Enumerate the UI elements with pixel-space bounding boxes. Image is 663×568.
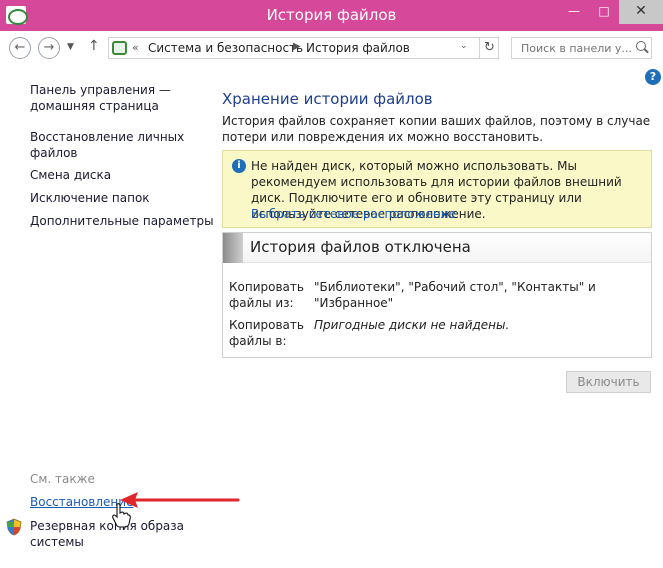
hand-cursor-icon bbox=[112, 503, 131, 528]
sidebar-advanced-settings[interactable]: Дополнительные параметры bbox=[30, 213, 214, 229]
title-bar: История файлов — □ ✕ bbox=[0, 0, 663, 31]
close-button[interactable]: ✕ bbox=[619, 0, 663, 24]
sidebar-exclude-folders[interactable]: Исключение папок bbox=[30, 190, 150, 206]
minimize-button[interactable]: — bbox=[560, 0, 588, 24]
recent-locations-dropdown[interactable]: ▼ bbox=[67, 42, 74, 52]
breadcrumb-overflow[interactable]: « bbox=[132, 41, 139, 54]
see-also-heading: См. также bbox=[30, 472, 95, 486]
breadcrumb-file-history[interactable]: История файлов bbox=[306, 41, 410, 55]
search-icon[interactable] bbox=[634, 40, 650, 56]
enable-button[interactable]: Включить bbox=[566, 371, 651, 393]
sidebar-control-panel-home[interactable]: Панель управления — домашняя страница bbox=[30, 82, 171, 114]
breadcrumb-system-security[interactable]: Система и безопасность bbox=[148, 41, 303, 55]
sidebar-restore-personal-files[interactable]: Восстановление личных файлов bbox=[30, 129, 184, 161]
system-image-backup-link[interactable]: Резервная копия образа системы bbox=[30, 518, 184, 550]
address-dropdown-icon[interactable]: ⌄ bbox=[460, 41, 468, 51]
back-button[interactable]: ← bbox=[9, 37, 31, 59]
search-box[interactable] bbox=[511, 37, 652, 59]
copy-to-value: Пригодные диски не найдены. bbox=[314, 318, 510, 332]
breadcrumb-arrow-icon[interactable]: ▶ bbox=[293, 41, 301, 52]
page-description: История файлов сохраняет копии ваших фай… bbox=[222, 114, 651, 144]
copy-from-value: "Библиотеки", "Рабочий стол", "Контакты"… bbox=[314, 280, 596, 310]
status-bar-accent bbox=[223, 233, 243, 263]
warning-notice: i Не найден диск, который можно использо… bbox=[222, 150, 652, 228]
navigation-bar: ← → ▼ ↑ « Система и безопасность ▶ Истор… bbox=[0, 31, 663, 64]
info-icon: i bbox=[232, 159, 246, 173]
up-button[interactable]: ↑ bbox=[88, 38, 100, 54]
sidebar-change-drive[interactable]: Смена диска bbox=[30, 167, 111, 183]
refresh-button[interactable]: ↻ bbox=[479, 38, 499, 58]
maximize-button[interactable]: □ bbox=[590, 0, 618, 24]
control-panel-icon bbox=[112, 41, 127, 55]
address-bar[interactable]: « Система и безопасность ▶ История файло… bbox=[108, 37, 499, 59]
status-panel: История файлов отключена Копировать файл… bbox=[222, 232, 652, 358]
select-network-location-link[interactable]: Выбрать сетевое расположение bbox=[251, 207, 456, 221]
search-input[interactable] bbox=[512, 38, 632, 58]
help-button[interactable]: ? bbox=[645, 69, 661, 85]
status-title: История файлов отключена bbox=[250, 238, 471, 256]
uac-shield-icon bbox=[6, 518, 22, 536]
copy-to-label: Копировать файлы в: bbox=[229, 318, 304, 348]
copy-from-label: Копировать файлы из: bbox=[229, 280, 304, 310]
forward-button[interactable]: → bbox=[38, 37, 60, 59]
page-title: Хранение истории файлов bbox=[222, 90, 433, 108]
annotation-arrow-icon bbox=[120, 492, 240, 508]
status-panel-header: История файлов отключена bbox=[223, 233, 651, 263]
